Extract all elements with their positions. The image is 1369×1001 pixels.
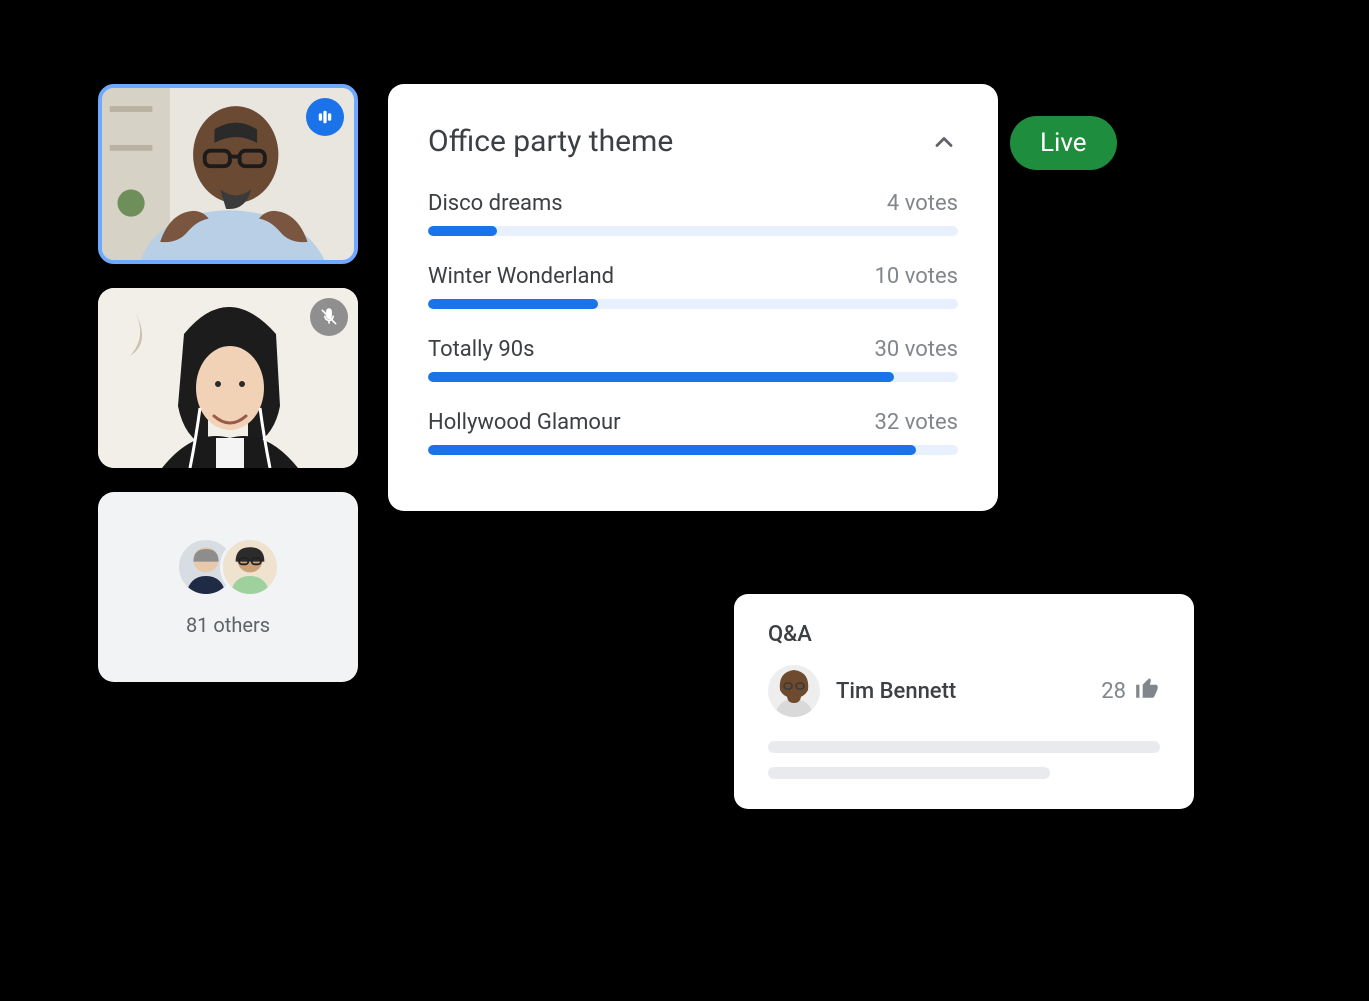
poll-option-label: Totally 90s [428, 337, 534, 362]
poll-option-votes: 10 votes [875, 264, 958, 289]
qa-text-placeholder [768, 767, 1050, 779]
speaking-indicator-icon [306, 98, 344, 136]
poll-option[interactable]: Totally 90s 30 votes [428, 337, 958, 382]
poll-option-label: Disco dreams [428, 191, 563, 216]
poll-option-bar [428, 445, 958, 455]
qa-card: Q&A Tim Bennett 28 [734, 594, 1194, 809]
more-participants-avatars [176, 537, 280, 597]
participant-tile-muted[interactable] [98, 288, 358, 468]
poll-card: Office party theme Disco dreams 4 votes … [388, 84, 998, 511]
poll-option-bar [428, 372, 958, 382]
live-badge: Live [1010, 116, 1117, 170]
poll-option[interactable]: Disco dreams 4 votes [428, 191, 958, 236]
poll-option-votes: 4 votes [887, 191, 958, 216]
avatar [220, 537, 280, 597]
avatar [768, 665, 820, 717]
mic-off-icon [310, 298, 348, 336]
poll-option-label: Hollywood Glamour [428, 410, 621, 435]
qa-upvote-count: 28 [1101, 679, 1126, 704]
poll-option-label: Winter Wonderland [428, 264, 614, 289]
poll-option-votes: 30 votes [875, 337, 958, 362]
poll-option-bar [428, 226, 958, 236]
qa-author-name: Tim Bennett [836, 679, 956, 704]
more-participants-label: 81 others [186, 613, 270, 637]
poll-option[interactable]: Winter Wonderland 10 votes [428, 264, 958, 309]
poll-option-bar [428, 299, 958, 309]
qa-title: Q&A [768, 622, 1160, 647]
poll-title: Office party theme [428, 124, 673, 159]
poll-option[interactable]: Hollywood Glamour 32 votes [428, 410, 958, 455]
chevron-up-icon[interactable] [930, 128, 958, 156]
qa-text-placeholder [768, 741, 1160, 753]
thumb-up-icon[interactable] [1134, 675, 1160, 707]
qa-item[interactable]: Tim Bennett 28 [768, 665, 1160, 717]
participant-tile-speaking[interactable] [98, 84, 358, 264]
poll-option-votes: 32 votes [875, 410, 958, 435]
more-participants-tile[interactable]: 81 others [98, 492, 358, 682]
participant-tiles: 81 others [98, 84, 358, 706]
